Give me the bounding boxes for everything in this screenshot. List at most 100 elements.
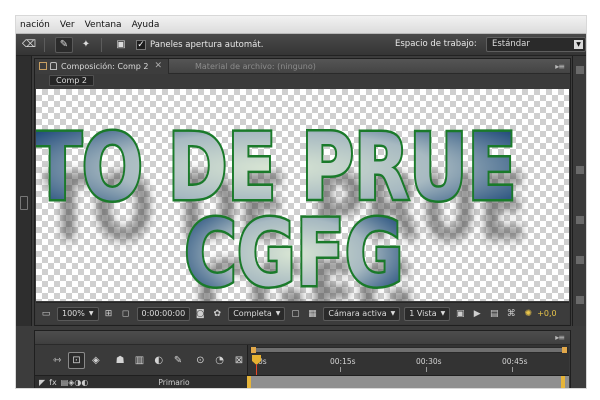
mask-visibility-icon[interactable]: ◻ xyxy=(119,307,133,321)
menu-ayuda[interactable]: Ayuda xyxy=(128,20,166,30)
tab-footage-label: Material de archivo: (ninguno) xyxy=(195,61,316,71)
column-label-primary: Primario xyxy=(158,378,190,387)
lock-icon[interactable] xyxy=(50,62,57,70)
search-layers-icon[interactable]: ⇿ xyxy=(49,352,65,369)
shy-layers-icon[interactable]: ☗ xyxy=(112,352,128,369)
collapse-arrow-icon[interactable]: ◤ xyxy=(39,378,45,387)
toggle-pixel-aspect-icon[interactable]: ▣ xyxy=(453,307,467,321)
auto-open-panels-label: Paneles apertura automát. xyxy=(150,39,264,50)
preview-panel-icon[interactable] xyxy=(576,216,584,224)
views-value: 1 Vista xyxy=(409,309,437,318)
resolution-value: Completa xyxy=(233,309,272,318)
panel-menu-icon[interactable]: ▸≡ xyxy=(555,333,565,342)
left-panel xyxy=(16,56,32,326)
fast-preview-icon[interactable]: ▶ xyxy=(470,307,484,321)
exposure-value[interactable]: +0,0 xyxy=(537,309,556,318)
menu-ver[interactable]: Ver xyxy=(56,20,81,30)
region-of-interest-icon[interactable]: ▢ xyxy=(288,307,302,321)
channel-icon[interactable]: ✿ xyxy=(210,307,224,321)
tab-composition-label: Composición: Comp 2 xyxy=(61,61,149,71)
camera-value: Cámara activa xyxy=(328,309,387,318)
chevron-down-icon: ▼ xyxy=(88,310,94,317)
auto-open-panels-checkbox[interactable]: ✓ xyxy=(136,39,146,50)
panel-menu-icon[interactable]: ▸≡ xyxy=(555,62,565,71)
layer-in-point[interactable] xyxy=(247,376,251,388)
panel-toggle-icon[interactable]: ▣ xyxy=(112,37,130,53)
puppet-pin-tool-icon[interactable]: ✦ xyxy=(77,37,95,53)
timeline-column-bar: ◤ fx ▤◈◑◐ Primario xyxy=(35,375,247,388)
close-icon[interactable]: ✕ xyxy=(154,61,162,71)
layer-out-point[interactable] xyxy=(561,376,565,388)
info-panel-icon[interactable] xyxy=(576,66,584,74)
work-area-bar[interactable] xyxy=(250,347,568,353)
time-ruler: 0s 00:15s 00:30s 00:45s xyxy=(248,355,570,373)
eraser-tool-icon[interactable]: ⌫ xyxy=(20,37,38,53)
chevron-down-icon: ▼ xyxy=(390,310,396,317)
canvas-artwork: TO DE PRUE CGFG TO DE PRUE CGFG xyxy=(36,112,527,301)
work-area-end-handle[interactable] xyxy=(562,347,567,353)
timeline-toggle-icon[interactable]: ▤ xyxy=(487,307,501,321)
breadcrumb: Comp 2 xyxy=(35,74,570,87)
character-panel-icon[interactable] xyxy=(576,256,584,264)
menu-ventana[interactable]: Ventana xyxy=(81,20,128,30)
timeline-tools: ⇿ ⊡ ◈ ☗ ▥ ◐ ✎ ⊙ ◔ ⊠ xyxy=(35,347,247,373)
composition-icon xyxy=(39,62,47,70)
tab-footage[interactable]: Material de archivo: (ninguno) xyxy=(191,59,322,74)
menu-bar: nación Ver Ventana Ayuda xyxy=(16,16,586,34)
canvas-text-line2: CGFG xyxy=(184,200,403,301)
composition-tabs: Composición: Comp 2 ✕ Material de archiv… xyxy=(35,58,570,74)
comp-mini-flowchart-icon[interactable]: ⊡ xyxy=(68,351,85,369)
graph-view-icon[interactable]: ⊠ xyxy=(231,352,247,369)
timeline-panel: ▸≡ ⇿ ⊡ ◈ ☗ ▥ ◐ ✎ ⊙ ◔ ⊠ 0s 00:15s 00:30s … xyxy=(34,330,571,388)
ruler-label: 00:30s xyxy=(416,357,442,366)
workspace-label: Espacio de trabajo: xyxy=(395,39,477,49)
snapshot-icon[interactable]: ◙ xyxy=(193,307,207,321)
frame-blending-icon[interactable]: ▥ xyxy=(131,352,147,369)
timecode-value: 0:00:00:00 xyxy=(141,309,186,318)
zoom-select[interactable]: 100% ▼ xyxy=(57,306,99,321)
switches-icon[interactable]: ▤◈◑◐ xyxy=(61,378,89,387)
chevron-down-icon: ▼ xyxy=(440,310,446,317)
zoom-value: 100% xyxy=(62,309,85,318)
flowchart-icon[interactable]: ⌘ xyxy=(504,307,518,321)
app-window: nación Ver Ventana Ayuda ⌫ ✎ ✦ ▣ ✓ Panel… xyxy=(16,16,586,388)
workspace-select[interactable]: Estándar ▼ xyxy=(486,37,586,52)
chevron-down-icon: ▼ xyxy=(574,40,583,49)
brainstorm-icon[interactable]: ✎ xyxy=(170,352,186,369)
tools-toolbar: ⌫ ✎ ✦ ▣ ✓ Paneles apertura automát. Espa… xyxy=(16,34,586,56)
composition-panel: Composición: Comp 2 ✕ Material de archiv… xyxy=(34,58,571,326)
right-panel xyxy=(572,56,586,326)
timeline-track[interactable] xyxy=(247,375,569,388)
timeline-tabs: ▸≡ xyxy=(35,331,570,345)
resolution-select[interactable]: Completa ▼ xyxy=(228,306,286,321)
ruler-tick xyxy=(426,367,427,372)
work-area-start-handle[interactable] xyxy=(251,347,256,353)
ruler-label: 00:15s xyxy=(330,357,356,366)
motion-blur-icon[interactable]: ◐ xyxy=(151,352,167,369)
toolbar-separator xyxy=(44,37,45,52)
breadcrumb-comp[interactable]: Comp 2 xyxy=(49,75,94,86)
camera-select[interactable]: Cámara activa ▼ xyxy=(323,306,401,321)
workspace-value: Estándar xyxy=(492,39,530,49)
fx-switch-icon[interactable]: fx xyxy=(49,378,57,387)
menu-animacion[interactable]: nación xyxy=(16,20,56,30)
timecode-field[interactable]: 0:00:00:00 xyxy=(136,306,191,321)
effects-panel-icon[interactable] xyxy=(576,166,584,174)
paragraph-panel-icon[interactable] xyxy=(576,296,584,304)
viewer-footer: ▭ 100% ▼ ⊞ ◻ 0:00:00:00 ◙ ✿ Completa ▼ ▢… xyxy=(36,302,569,324)
auto-keyframe-icon[interactable]: ◔ xyxy=(211,352,227,369)
brush-tool-icon[interactable]: ✎ xyxy=(55,36,73,53)
draft-3d-icon[interactable]: ◈ xyxy=(88,352,104,369)
panel-grip-icon[interactable] xyxy=(20,196,28,210)
exposure-icon[interactable]: ✺ xyxy=(521,307,535,321)
ruler-label: 00:45s xyxy=(502,357,528,366)
tab-composition[interactable]: Composición: Comp 2 ✕ xyxy=(35,58,169,74)
views-select[interactable]: 1 Vista ▼ xyxy=(404,306,451,321)
safe-zones-icon[interactable]: ⊞ xyxy=(102,307,116,321)
always-preview-icon[interactable]: ▭ xyxy=(39,307,53,321)
toolbar-separator xyxy=(101,37,102,52)
graph-editor-icon[interactable]: ⊙ xyxy=(192,352,208,369)
chevron-down-icon: ▼ xyxy=(275,310,281,317)
transparency-grid-icon[interactable]: ▦ xyxy=(305,307,319,321)
composition-viewer[interactable]: TO DE PRUE CGFG TO DE PRUE CGFG xyxy=(36,89,569,301)
